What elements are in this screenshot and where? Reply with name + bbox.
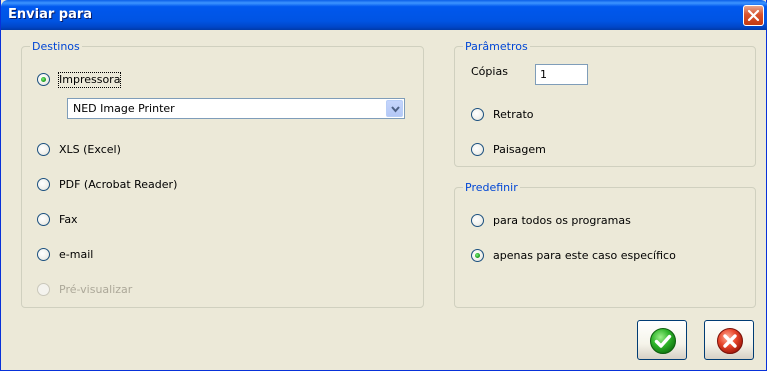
radio-label: Pré-visualizar: [59, 283, 133, 296]
cancel-button[interactable]: [704, 320, 754, 360]
radio-button[interactable]: [37, 213, 50, 226]
radio-button[interactable]: [37, 248, 50, 261]
predefinir-legend: Predefinir: [463, 181, 520, 194]
printer-select-value: NED Image Printer: [73, 102, 175, 115]
radio-label: Fax: [59, 213, 78, 226]
radio-button[interactable]: [471, 249, 484, 262]
parametros-legend: Parâmetros: [463, 40, 530, 53]
radio-button[interactable]: [37, 143, 50, 156]
close-button[interactable]: [743, 5, 764, 26]
radio-button[interactable]: [37, 178, 50, 191]
radio-button[interactable]: [471, 214, 484, 227]
dropdown-button[interactable]: [386, 100, 403, 117]
red-x-icon: [717, 328, 743, 354]
radio-label: Retrato: [493, 108, 534, 121]
printer-select[interactable]: NED Image Printer: [67, 98, 405, 119]
radio-button[interactable]: [37, 73, 50, 86]
window-title: Enviar para: [8, 7, 93, 22]
copies-label: Cópias: [471, 65, 508, 78]
ok-button[interactable]: [637, 320, 687, 360]
radio-label: para todos os programas: [493, 214, 631, 227]
radio-button[interactable]: [471, 108, 484, 121]
destinos-legend: Destinos: [30, 40, 82, 53]
radio-label: XLS (Excel): [59, 143, 121, 156]
radio-button[interactable]: [471, 143, 484, 156]
copies-input[interactable]: [535, 64, 588, 85]
predefinir-group: Predefinir: [454, 181, 756, 308]
chevron-down-icon: [391, 106, 400, 113]
title-bar[interactable]: Enviar para: [1, 0, 767, 30]
radio-label: apenas para este caso específico: [493, 249, 676, 262]
radio-label: PDF (Acrobat Reader): [59, 178, 178, 191]
dialog-window: Enviar para Destinos Impressora NED Imag…: [0, 0, 767, 371]
radio-label: e-mail: [59, 248, 94, 261]
green-check-icon: [650, 328, 676, 354]
radio-button: [37, 283, 50, 296]
radio-label: Paisagem: [493, 143, 546, 156]
close-icon: [747, 9, 760, 22]
radio-label: Impressora: [57, 72, 122, 88]
